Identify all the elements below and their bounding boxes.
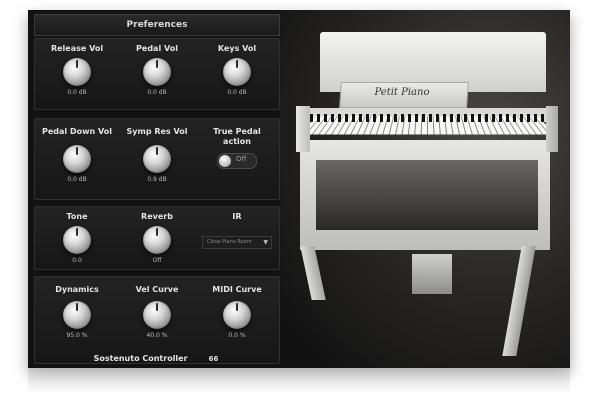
vel-curve-knob[interactable] [143, 301, 171, 329]
pedal-down-vol-value: 0.0 dB [67, 176, 87, 183]
instrument-window: Preferences Release Vol 0.0 dB Pedal Vol… [28, 10, 570, 368]
true-pedal-action-control: True Pedal action Off [197, 127, 277, 169]
sostenuto-label: Sostenuto Controller [93, 354, 188, 363]
true-pedal-action-state: Off [236, 155, 247, 163]
dynamics-control: Dynamics 95.0 % [37, 285, 117, 339]
release-vol-knob[interactable] [63, 58, 91, 86]
piano-leg-right [502, 246, 536, 356]
ir-dropdown[interactable]: Close Piano Room ▼ [202, 236, 272, 249]
volume-section: Release Vol 0.0 dB Pedal Vol 0.0 dB Keys… [34, 38, 280, 110]
pedal-vol-label: Pedal Vol [136, 44, 178, 53]
ir-control: IR Close Piano Room ▼ [197, 212, 277, 249]
symp-res-vol-knob[interactable] [143, 145, 171, 173]
piano-brand: Petit Piano [374, 87, 430, 98]
tone-section: Tone 0.0 Reverb Off IR Close Piano Room … [34, 206, 280, 270]
piano-leg-left [300, 246, 326, 300]
keys-vol-label: Keys Vol [217, 44, 257, 53]
midi-curve-value: 0.0 % [228, 332, 246, 339]
pedal-vol-value: 0.0 dB [147, 89, 167, 96]
release-vol-control: Release Vol 0.0 dB [37, 44, 117, 96]
tone-label: Tone [66, 212, 88, 221]
vel-curve-value: 40.0 % [146, 332, 168, 339]
midi-curve-knob[interactable] [223, 301, 251, 329]
piano-body-recess [316, 160, 538, 230]
reverb-label: Reverb [141, 212, 173, 221]
preferences-title: Preferences [34, 14, 280, 36]
preferences-panel: Preferences Release Vol 0.0 dB Pedal Vol… [34, 14, 280, 365]
window-reflection [28, 368, 570, 401]
vel-curve-label: Vel Curve [135, 285, 179, 294]
reverb-knob[interactable] [143, 226, 171, 254]
pedal-vol-control: Pedal Vol 0.0 dB [117, 44, 197, 96]
dynamics-value: 95.0 % [66, 332, 88, 339]
release-vol-label: Release Vol [50, 44, 104, 53]
tone-knob[interactable] [63, 226, 91, 254]
dynamics-knob[interactable] [63, 301, 91, 329]
symp-res-vol-control: Symp Res Vol 0.9 dB [117, 127, 197, 183]
true-pedal-action-label: True Pedal action [213, 127, 261, 146]
tone-control: Tone 0.0 [37, 212, 117, 264]
midi-curve-label: MIDI Curve [212, 285, 262, 294]
pedal-vol-knob[interactable] [143, 58, 171, 86]
reverb-value: Off [152, 257, 162, 264]
ir-label: IR [232, 212, 242, 221]
symp-res-vol-label: Symp Res Vol [126, 127, 188, 136]
piano-cheek-left [296, 106, 310, 152]
dynamics-label: Dynamics [55, 285, 99, 294]
chevron-down-icon: ▼ [263, 239, 268, 246]
sostenuto-value[interactable]: 66 [209, 355, 219, 363]
keys-vol-value: 0.0 dB [227, 89, 247, 96]
piano-cheek-right [546, 106, 558, 152]
vel-curve-control: Vel Curve 40.0 % [117, 285, 197, 339]
pedal-section: Pedal Down Vol 0.0 dB Symp Res Vol 0.9 d… [34, 118, 280, 200]
ir-dropdown-value: Close Piano Room [207, 239, 252, 245]
piano-black-keys [310, 114, 544, 122]
piano-pedal-box [412, 254, 452, 294]
piano-image: Petit Piano [280, 10, 570, 368]
keys-vol-knob[interactable] [223, 58, 251, 86]
pedal-down-vol-knob[interactable] [63, 145, 91, 173]
release-vol-value: 0.0 dB [67, 89, 87, 96]
true-pedal-action-toggle[interactable]: Off [217, 153, 257, 169]
pedal-down-vol-control: Pedal Down Vol 0.0 dB [37, 127, 117, 183]
symp-res-vol-value: 0.9 dB [147, 176, 167, 183]
tone-value: 0.0 [72, 257, 82, 264]
pedal-down-vol-label: Pedal Down Vol [42, 127, 112, 136]
midi-curve-control: MIDI Curve 0.0 % [197, 285, 277, 339]
sostenuto-controller: Sostenuto Controller 66 [34, 346, 278, 365]
reverb-control: Reverb Off [117, 212, 197, 264]
keys-vol-control: Keys Vol 0.0 dB [197, 44, 277, 96]
toggle-knob-icon [219, 155, 231, 167]
